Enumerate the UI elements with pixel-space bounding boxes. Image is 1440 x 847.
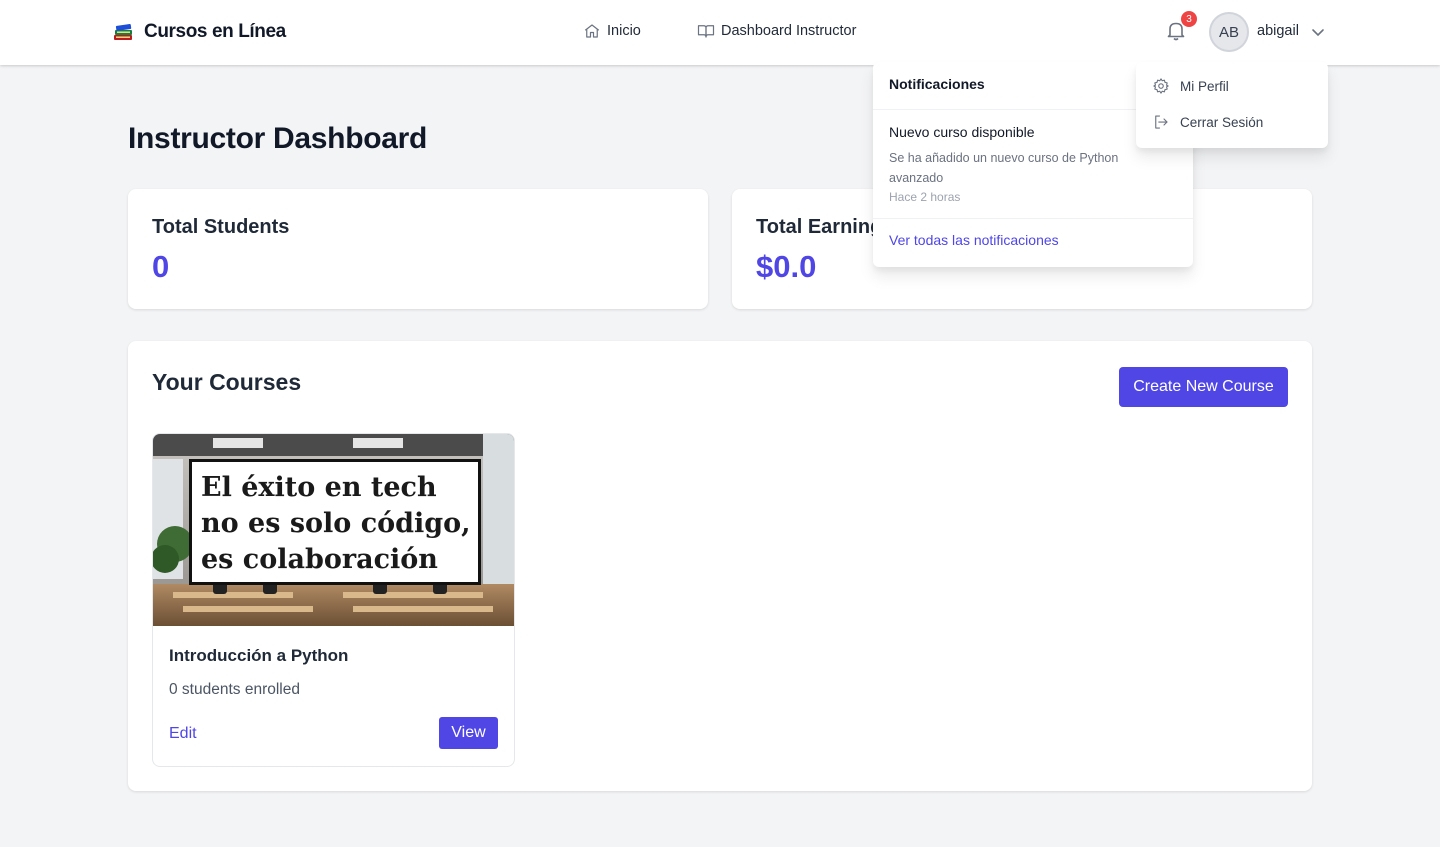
gear-icon [1153,78,1169,94]
stat-value: $0.0 [756,249,817,284]
notification-title: Nuevo curso disponible [889,124,1035,140]
chevron-down-icon[interactable] [1310,24,1326,40]
course-thumbnail: El éxito en tech no es solo código, es c… [153,434,514,626]
logout-icon [1155,115,1168,129]
nav-label: Inicio [607,23,641,39]
brand-name: Cursos en Línea [144,21,286,42]
section-title: Your Courses [152,369,302,395]
brand-logo-link[interactable]: Cursos en Línea [112,20,286,44]
page-title: Instructor Dashboard [128,122,428,155]
view-course-button[interactable]: View [439,717,498,749]
edit-course-link[interactable]: Edit [169,725,197,743]
nav-item-inicio[interactable]: Inicio [583,22,641,40]
books-icon [112,20,136,44]
course-card: El éxito en tech no es solo código, es c… [152,433,515,767]
notification-count-badge: 3 [1181,11,1197,27]
menu-item-label: Cerrar Sesión [1180,114,1264,130]
top-navbar: Cursos en Línea Inicio Dashboard Instruc… [0,0,1440,65]
thumbnail-caption-line: no es solo código, [201,508,471,539]
create-new-course-button[interactable]: Create New Course [1119,367,1288,407]
course-title: Introducción a Python [169,646,349,665]
courses-section: Your Courses Create New Course El éxito … [128,341,1312,791]
nav-item-dashboard-instructor[interactable]: Dashboard Instructor [697,22,856,40]
avatar[interactable]: AB [1209,12,1249,52]
user-dropdown-menu: Mi Perfil Cerrar Sesión [1136,62,1328,148]
course-enrollment: 0 students enrolled [169,681,300,698]
menu-item-mi-perfil[interactable]: Mi Perfil [1152,77,1229,95]
notifications-title: Notificaciones [889,76,985,92]
divider [873,218,1193,219]
thumbnail-caption-line: es colaboración [201,544,438,575]
username-label[interactable]: abigail [1257,23,1299,39]
menu-item-cerrar-sesion[interactable]: Cerrar Sesión [1152,113,1263,131]
thumbnail-caption-line: El éxito en tech [201,472,437,503]
book-open-icon [697,25,715,38]
view-all-notifications-link[interactable]: Ver todas las notificaciones [889,232,1059,248]
stat-label: Total Students [152,216,290,238]
stat-value: 0 [152,249,170,284]
menu-item-label: Mi Perfil [1180,78,1229,94]
nav-label: Dashboard Instructor [721,23,857,39]
notification-time: Hace 2 horas [889,190,961,204]
notification-body: Se ha añadido un nuevo curso de Python a… [889,151,1119,185]
home-icon [584,24,600,38]
stat-card-total-students: Total Students 0 [128,189,708,309]
